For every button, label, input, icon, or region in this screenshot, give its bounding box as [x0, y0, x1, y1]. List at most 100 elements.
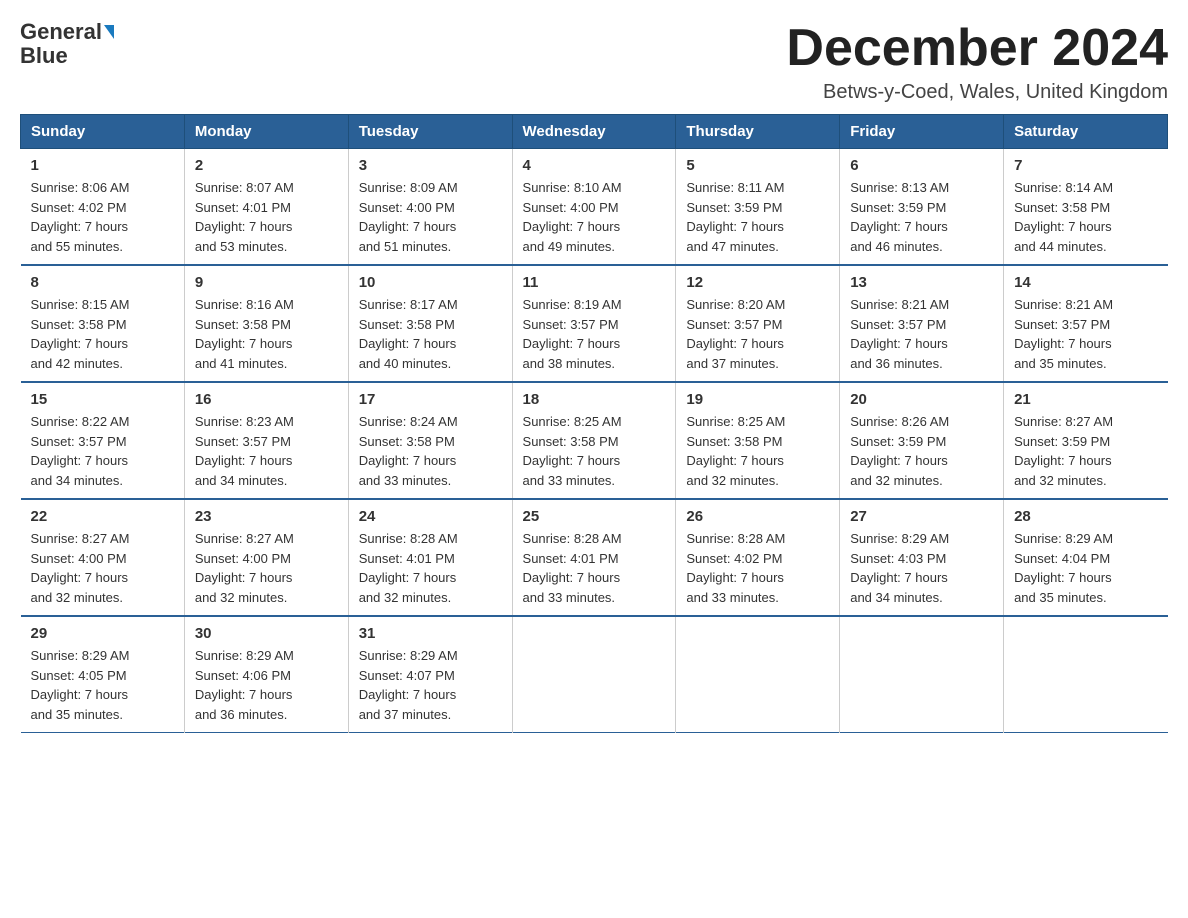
calendar-day-cell: 25 Sunrise: 8:28 AM Sunset: 4:01 PM Dayl…: [512, 499, 676, 616]
day-info: Sunrise: 8:21 AM Sunset: 3:57 PM Dayligh…: [1014, 295, 1157, 373]
logo-text-blue: Blue: [20, 44, 68, 68]
day-info: Sunrise: 8:29 AM Sunset: 4:06 PM Dayligh…: [195, 646, 338, 724]
calendar-day-cell: 7 Sunrise: 8:14 AM Sunset: 3:58 PM Dayli…: [1004, 149, 1168, 266]
day-number: 16: [195, 391, 338, 408]
day-number: 2: [195, 157, 338, 174]
day-number: 24: [359, 508, 502, 525]
day-info: Sunrise: 8:29 AM Sunset: 4:03 PM Dayligh…: [850, 529, 993, 607]
day-number: 3: [359, 157, 502, 174]
day-info: Sunrise: 8:29 AM Sunset: 4:05 PM Dayligh…: [31, 646, 174, 724]
day-info: Sunrise: 8:21 AM Sunset: 3:57 PM Dayligh…: [850, 295, 993, 373]
calendar-day-cell: 5 Sunrise: 8:11 AM Sunset: 3:59 PM Dayli…: [676, 149, 840, 266]
day-number: 1: [31, 157, 174, 174]
day-info: Sunrise: 8:20 AM Sunset: 3:57 PM Dayligh…: [686, 295, 829, 373]
calendar-day-cell: 24 Sunrise: 8:28 AM Sunset: 4:01 PM Dayl…: [348, 499, 512, 616]
day-number: 12: [686, 274, 829, 291]
month-title: December 2024: [786, 20, 1168, 77]
day-number: 18: [523, 391, 666, 408]
page-header: General Blue December 2024 Betws-y-Coed,…: [20, 20, 1168, 104]
day-number: 30: [195, 625, 338, 642]
calendar-day-cell: 2 Sunrise: 8:07 AM Sunset: 4:01 PM Dayli…: [184, 149, 348, 266]
header-tuesday: Tuesday: [348, 115, 512, 149]
day-info: Sunrise: 8:27 AM Sunset: 4:00 PM Dayligh…: [195, 529, 338, 607]
calendar-table: Sunday Monday Tuesday Wednesday Thursday…: [20, 114, 1168, 733]
day-info: Sunrise: 8:26 AM Sunset: 3:59 PM Dayligh…: [850, 412, 993, 490]
calendar-day-cell: 13 Sunrise: 8:21 AM Sunset: 3:57 PM Dayl…: [840, 265, 1004, 382]
calendar-week-row: 1 Sunrise: 8:06 AM Sunset: 4:02 PM Dayli…: [21, 149, 1168, 266]
day-info: Sunrise: 8:14 AM Sunset: 3:58 PM Dayligh…: [1014, 178, 1157, 256]
day-info: Sunrise: 8:29 AM Sunset: 4:04 PM Dayligh…: [1014, 529, 1157, 607]
calendar-day-cell: 12 Sunrise: 8:20 AM Sunset: 3:57 PM Dayl…: [676, 265, 840, 382]
calendar-week-row: 15 Sunrise: 8:22 AM Sunset: 3:57 PM Dayl…: [21, 382, 1168, 499]
day-info: Sunrise: 8:25 AM Sunset: 3:58 PM Dayligh…: [523, 412, 666, 490]
calendar-day-cell: 19 Sunrise: 8:25 AM Sunset: 3:58 PM Dayl…: [676, 382, 840, 499]
day-info: Sunrise: 8:11 AM Sunset: 3:59 PM Dayligh…: [686, 178, 829, 256]
day-info: Sunrise: 8:28 AM Sunset: 4:01 PM Dayligh…: [359, 529, 502, 607]
day-number: 10: [359, 274, 502, 291]
day-info: Sunrise: 8:10 AM Sunset: 4:00 PM Dayligh…: [523, 178, 666, 256]
calendar-day-cell: 29 Sunrise: 8:29 AM Sunset: 4:05 PM Dayl…: [21, 616, 185, 733]
day-number: 27: [850, 508, 993, 525]
calendar-day-cell: 3 Sunrise: 8:09 AM Sunset: 4:00 PM Dayli…: [348, 149, 512, 266]
day-number: 26: [686, 508, 829, 525]
day-number: 15: [31, 391, 174, 408]
calendar-day-cell: 30 Sunrise: 8:29 AM Sunset: 4:06 PM Dayl…: [184, 616, 348, 733]
day-number: 19: [686, 391, 829, 408]
header-friday: Friday: [840, 115, 1004, 149]
day-info: Sunrise: 8:13 AM Sunset: 3:59 PM Dayligh…: [850, 178, 993, 256]
header-monday: Monday: [184, 115, 348, 149]
day-number: 14: [1014, 274, 1157, 291]
calendar-day-cell: 17 Sunrise: 8:24 AM Sunset: 3:58 PM Dayl…: [348, 382, 512, 499]
day-info: Sunrise: 8:15 AM Sunset: 3:58 PM Dayligh…: [31, 295, 174, 373]
calendar-day-cell: 31 Sunrise: 8:29 AM Sunset: 4:07 PM Dayl…: [348, 616, 512, 733]
day-info: Sunrise: 8:28 AM Sunset: 4:02 PM Dayligh…: [686, 529, 829, 607]
day-info: Sunrise: 8:09 AM Sunset: 4:00 PM Dayligh…: [359, 178, 502, 256]
weekday-header-row: Sunday Monday Tuesday Wednesday Thursday…: [21, 115, 1168, 149]
calendar-day-cell: 1 Sunrise: 8:06 AM Sunset: 4:02 PM Dayli…: [21, 149, 185, 266]
day-number: 31: [359, 625, 502, 642]
day-number: 28: [1014, 508, 1157, 525]
calendar-day-cell: 27 Sunrise: 8:29 AM Sunset: 4:03 PM Dayl…: [840, 499, 1004, 616]
day-info: Sunrise: 8:23 AM Sunset: 3:57 PM Dayligh…: [195, 412, 338, 490]
calendar-day-cell: 16 Sunrise: 8:23 AM Sunset: 3:57 PM Dayl…: [184, 382, 348, 499]
calendar-day-cell: 18 Sunrise: 8:25 AM Sunset: 3:58 PM Dayl…: [512, 382, 676, 499]
location-text: Betws-y-Coed, Wales, United Kingdom: [786, 81, 1168, 104]
day-number: 20: [850, 391, 993, 408]
header-sunday: Sunday: [21, 115, 185, 149]
day-number: 8: [31, 274, 174, 291]
day-number: 6: [850, 157, 993, 174]
day-number: 5: [686, 157, 829, 174]
header-thursday: Thursday: [676, 115, 840, 149]
day-number: 29: [31, 625, 174, 642]
day-number: 22: [31, 508, 174, 525]
calendar-day-cell: 4 Sunrise: 8:10 AM Sunset: 4:00 PM Dayli…: [512, 149, 676, 266]
calendar-day-cell: [840, 616, 1004, 733]
day-number: 17: [359, 391, 502, 408]
calendar-day-cell: 22 Sunrise: 8:27 AM Sunset: 4:00 PM Dayl…: [21, 499, 185, 616]
day-number: 13: [850, 274, 993, 291]
day-number: 25: [523, 508, 666, 525]
calendar-day-cell: [512, 616, 676, 733]
day-number: 11: [523, 274, 666, 291]
calendar-day-cell: [1004, 616, 1168, 733]
calendar-week-row: 8 Sunrise: 8:15 AM Sunset: 3:58 PM Dayli…: [21, 265, 1168, 382]
day-info: Sunrise: 8:17 AM Sunset: 3:58 PM Dayligh…: [359, 295, 502, 373]
header-saturday: Saturday: [1004, 115, 1168, 149]
calendar-day-cell: 11 Sunrise: 8:19 AM Sunset: 3:57 PM Dayl…: [512, 265, 676, 382]
calendar-day-cell: 21 Sunrise: 8:27 AM Sunset: 3:59 PM Dayl…: [1004, 382, 1168, 499]
day-info: Sunrise: 8:19 AM Sunset: 3:57 PM Dayligh…: [523, 295, 666, 373]
day-info: Sunrise: 8:27 AM Sunset: 4:00 PM Dayligh…: [31, 529, 174, 607]
calendar-day-cell: 9 Sunrise: 8:16 AM Sunset: 3:58 PM Dayli…: [184, 265, 348, 382]
day-info: Sunrise: 8:28 AM Sunset: 4:01 PM Dayligh…: [523, 529, 666, 607]
logo-text-general: General: [20, 20, 102, 44]
calendar-day-cell: 15 Sunrise: 8:22 AM Sunset: 3:57 PM Dayl…: [21, 382, 185, 499]
calendar-day-cell: 23 Sunrise: 8:27 AM Sunset: 4:00 PM Dayl…: [184, 499, 348, 616]
day-info: Sunrise: 8:29 AM Sunset: 4:07 PM Dayligh…: [359, 646, 502, 724]
title-block: December 2024 Betws-y-Coed, Wales, Unite…: [786, 20, 1168, 104]
calendar-day-cell: 10 Sunrise: 8:17 AM Sunset: 3:58 PM Dayl…: [348, 265, 512, 382]
calendar-week-row: 29 Sunrise: 8:29 AM Sunset: 4:05 PM Dayl…: [21, 616, 1168, 733]
day-number: 7: [1014, 157, 1157, 174]
day-info: Sunrise: 8:22 AM Sunset: 3:57 PM Dayligh…: [31, 412, 174, 490]
calendar-day-cell: 20 Sunrise: 8:26 AM Sunset: 3:59 PM Dayl…: [840, 382, 1004, 499]
calendar-day-cell: [676, 616, 840, 733]
